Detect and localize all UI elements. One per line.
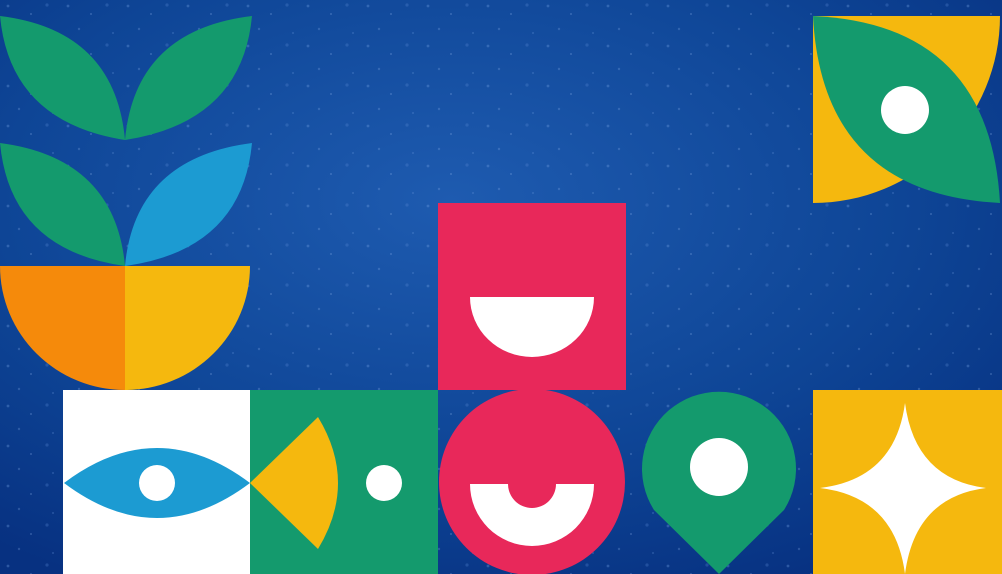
eye-icon [63,390,251,574]
leaf-eye-pupil [881,86,929,134]
sparkle-star-icon [813,390,1002,574]
artwork-svg [0,0,1002,574]
eye-pupil [139,465,175,501]
smile-square-icon [438,203,626,390]
smile-square-tile [438,203,626,390]
geometric-artwork [0,0,1002,574]
smile-circle-face [439,389,625,574]
fish-tail-icon [250,390,438,574]
map-pin-dot [690,438,748,496]
leaf-eye-icon [813,16,1000,203]
fish-tail-dot [366,465,402,501]
smile-circle-icon [439,389,625,574]
